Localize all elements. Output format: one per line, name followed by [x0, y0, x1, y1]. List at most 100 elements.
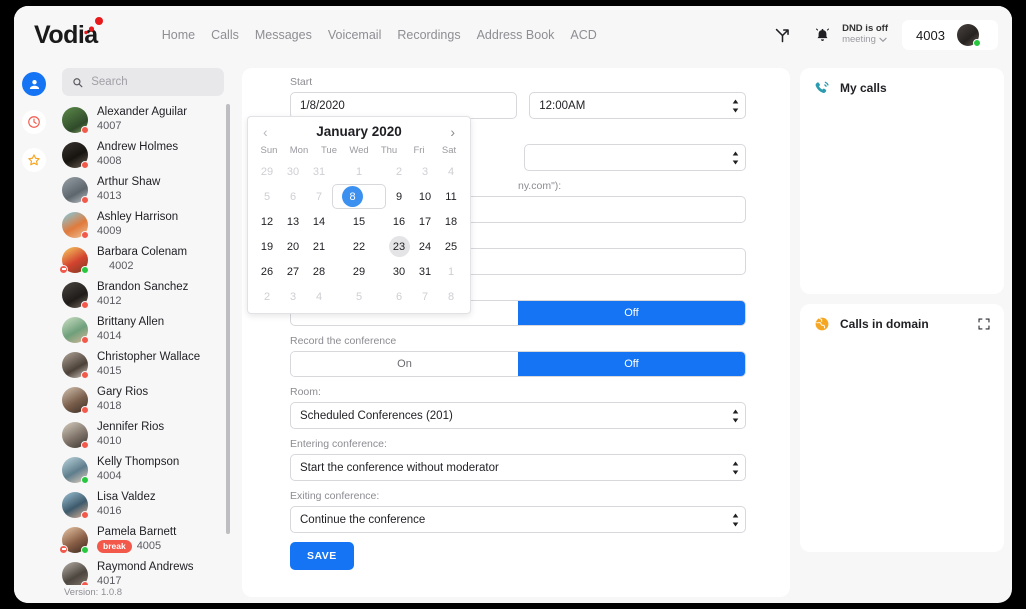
calendar-day[interactable]: 1: [438, 259, 464, 284]
contact-item[interactable]: Lisa Valdez 4016: [62, 487, 232, 522]
calendar-day[interactable]: 8: [438, 284, 464, 309]
calendar-day[interactable]: 30: [386, 259, 412, 284]
nav-calls[interactable]: Calls: [211, 28, 239, 42]
call-transfer-icon[interactable]: [769, 22, 795, 48]
contact-item[interactable]: Barbara Colenam 4002: [59, 242, 232, 277]
calendar-day[interactable]: 15: [332, 209, 386, 234]
room-select[interactable]: [290, 402, 746, 429]
calendar-day[interactable]: 20: [280, 234, 306, 259]
top-navigation[interactable]: Home Calls Messages Voicemail Recordings…: [162, 28, 597, 42]
contact-item[interactable]: Kelly Thompson 4004: [62, 452, 232, 487]
nav-recordings[interactable]: Recordings: [397, 28, 460, 42]
chevron-right-icon[interactable]: ›: [447, 125, 458, 139]
calendar-day[interactable]: 9: [386, 184, 412, 209]
entering-select[interactable]: [290, 454, 746, 481]
calendar-day[interactable]: 19: [254, 234, 280, 259]
search-box[interactable]: [62, 68, 224, 96]
extension-box[interactable]: 4003: [902, 20, 998, 50]
calendar-day[interactable]: 4: [438, 159, 464, 184]
contact-item[interactable]: Brittany Allen 4014: [62, 312, 232, 347]
calendar-day[interactable]: 13: [280, 209, 306, 234]
calendar-day[interactable]: 28: [306, 259, 332, 284]
record-toggle-off[interactable]: Off: [518, 352, 745, 376]
nav-voicemail[interactable]: Voicemail: [328, 28, 382, 42]
calendar-day[interactable]: 3: [412, 159, 438, 184]
nav-acd[interactable]: ACD: [570, 28, 596, 42]
calendar-day[interactable]: 27: [280, 259, 306, 284]
calendar-day[interactable]: 14: [306, 209, 332, 234]
contact-ext-row: 4007: [97, 120, 187, 134]
contact-item[interactable]: Andrew Holmes 4008: [62, 137, 232, 172]
record-toggle-on[interactable]: On: [291, 352, 518, 376]
calendar-day[interactable]: 23: [386, 234, 412, 259]
contact-item[interactable]: Raymond Andrews 4017: [62, 557, 232, 585]
start-date-input[interactable]: [290, 92, 518, 119]
panel-title: Calls in domain: [840, 317, 929, 331]
save-button[interactable]: SAVE: [290, 542, 354, 570]
exiting-select[interactable]: [290, 506, 746, 533]
calendar-day[interactable]: 8: [332, 184, 386, 209]
calendar-day[interactable]: 31: [412, 259, 438, 284]
calendar-day[interactable]: 2: [254, 284, 280, 309]
upper-toggle-off[interactable]: Off: [518, 301, 745, 325]
calendar-day[interactable]: 24: [412, 234, 438, 259]
calendar-day[interactable]: 25: [438, 234, 464, 259]
date-picker-popover[interactable]: ‹ January 2020 › Sun Mon Tue Wed Thu Fri Sat 2…: [247, 116, 471, 314]
calendar-day[interactable]: 7: [412, 284, 438, 309]
calendar-day[interactable]: 31: [306, 159, 332, 184]
calendar-day[interactable]: 11: [438, 184, 464, 209]
contact-item[interactable]: Brandon Sanchez 4012: [62, 277, 232, 312]
expand-icon[interactable]: [978, 318, 990, 330]
rail-item-contacts[interactable]: [22, 72, 46, 96]
calendar-day[interactable]: 2: [386, 159, 412, 184]
calendar-day[interactable]: 26: [254, 259, 280, 284]
contact-item[interactable]: Jennifer Rios 4010: [62, 417, 232, 452]
search-input[interactable]: [91, 76, 214, 88]
nav-address-book[interactable]: Address Book: [477, 28, 555, 42]
record-toggle[interactable]: On Off: [290, 351, 746, 377]
contact-item[interactable]: Arthur Shaw 4013: [62, 172, 232, 207]
calendar-day[interactable]: 17: [412, 209, 438, 234]
calendar-day[interactable]: 5: [332, 284, 386, 309]
chevron-left-icon[interactable]: ‹: [260, 125, 271, 139]
exiting-label: Exiting conference:: [290, 490, 380, 502]
rail-item-favorites[interactable]: [22, 148, 46, 172]
calendar-day[interactable]: 21: [306, 234, 332, 259]
contact-list[interactable]: Alexander Aguilar 4007 Andrew Holmes 4008 Ar…: [54, 102, 232, 585]
nav-messages[interactable]: Messages: [255, 28, 312, 42]
contact-item[interactable]: Ashley Harrison 4009: [62, 207, 232, 242]
calendar-day[interactable]: 29: [254, 159, 280, 184]
dnd-subtitle[interactable]: meeting: [842, 34, 888, 46]
calendar-day[interactable]: 4: [306, 284, 332, 309]
hidden-select-input[interactable]: [524, 144, 746, 171]
bell-icon[interactable]: [809, 22, 835, 48]
rail-item-history[interactable]: [22, 110, 46, 134]
calendar-day[interactable]: 5: [254, 184, 280, 209]
contact-item[interactable]: Gary Rios 4018: [62, 382, 232, 417]
contact-extension: 4008: [97, 154, 122, 167]
main-content: Start 1/8/2020 12:00AM ny.com"): Off Rec…: [232, 64, 800, 603]
calendar-day[interactable]: 30: [280, 159, 306, 184]
calendar-day[interactable]: 6: [386, 284, 412, 309]
contacts-scrollbar[interactable]: [226, 104, 230, 534]
calendar-day[interactable]: 1: [332, 159, 386, 184]
contact-item[interactable]: Christopher Wallace 4015: [62, 347, 232, 382]
calendar-day[interactable]: 29: [332, 259, 386, 284]
calendar-weekday-row: Sun Mon Tue Wed Thu Fri Sat: [254, 145, 464, 159]
calendar-day[interactable]: 12: [254, 209, 280, 234]
calendar-day[interactable]: 7: [306, 184, 332, 209]
entering-group: Entering conference:: [290, 438, 746, 481]
nav-home[interactable]: Home: [162, 28, 195, 42]
dnd-status[interactable]: DND is off meeting: [809, 22, 888, 48]
calendar-day[interactable]: 18: [438, 209, 464, 234]
calendar-day[interactable]: 22: [332, 234, 386, 259]
calendar-day[interactable]: 16: [386, 209, 412, 234]
contact-item[interactable]: Alexander Aguilar 4007: [62, 102, 232, 137]
avatar[interactable]: [956, 24, 981, 47]
calendar-day[interactable]: 6: [280, 184, 306, 209]
calendar-day[interactable]: 3: [280, 284, 306, 309]
calendar-day-grid[interactable]: 29 30 31 1 2 3 4 5 6 7 8 9 10 11 12 13 14 15 16 17 18 19 20 21 2…: [254, 159, 464, 309]
start-time-input[interactable]: [529, 92, 746, 119]
calendar-day[interactable]: 10: [412, 184, 438, 209]
contact-item[interactable]: Pamela Barnett break 4005: [59, 522, 232, 557]
